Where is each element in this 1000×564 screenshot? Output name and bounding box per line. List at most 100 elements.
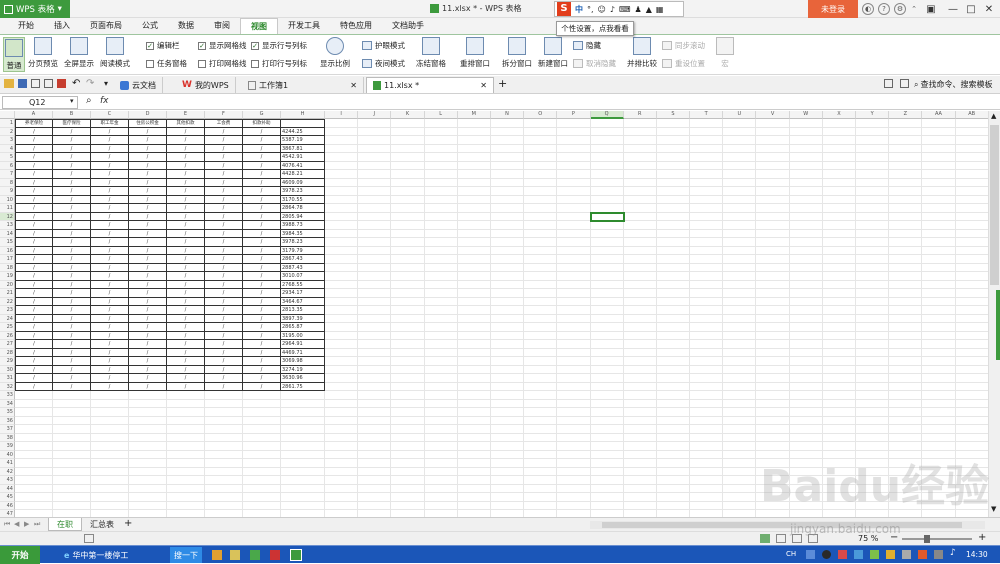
grid-cell[interactable] [623, 204, 657, 213]
grid-cell[interactable] [856, 238, 890, 247]
taskbar-ie-window[interactable]: e 华中第一楼停工 [60, 547, 170, 563]
row-header[interactable]: 15 [0, 238, 15, 247]
grid-cell[interactable]: / [53, 246, 91, 255]
grid-cell[interactable] [91, 459, 129, 468]
grid-cell[interactable] [955, 365, 988, 374]
customize-qat-icon[interactable]: ▾ [104, 79, 108, 88]
grid-cell[interactable]: / [167, 170, 205, 179]
grid-cell[interactable] [91, 467, 129, 476]
grid-cell[interactable] [789, 178, 823, 187]
grid-cell[interactable] [15, 484, 53, 493]
grid-cell[interactable] [889, 408, 923, 417]
grid-cell[interactable] [623, 195, 657, 204]
grid-cell[interactable] [623, 246, 657, 255]
grid-cell[interactable] [325, 246, 359, 255]
grid-cell[interactable] [129, 493, 167, 502]
grid-cell[interactable] [557, 348, 591, 357]
grid-cell[interactable] [490, 297, 525, 306]
grid-cell[interactable]: / [167, 289, 205, 298]
tray-icon[interactable] [934, 550, 943, 559]
grid-cell[interactable] [205, 433, 243, 442]
grid-cell[interactable] [557, 204, 591, 213]
collapse-icon[interactable]: ⌃ [908, 3, 920, 15]
grid-cell[interactable] [789, 212, 823, 221]
grid-cell[interactable] [557, 450, 591, 459]
grid-cell[interactable] [490, 476, 525, 485]
grid-cell[interactable]: / [53, 195, 91, 204]
row-header[interactable]: 1 [0, 119, 15, 128]
grid-cell[interactable]: / [243, 229, 281, 238]
zoom-button[interactable]: 显示比例 [320, 37, 350, 69]
grid-cell[interactable] [325, 433, 359, 442]
grid-cell[interactable] [889, 229, 923, 238]
grid-cell[interactable]: / [243, 382, 281, 391]
grid-cell[interactable] [723, 391, 757, 400]
grid-cell[interactable] [955, 187, 988, 196]
grid-cell[interactable] [656, 374, 691, 383]
grid-cell[interactable] [623, 263, 657, 272]
grid-cell[interactable] [490, 306, 525, 315]
grid-cell[interactable] [756, 178, 790, 187]
grid-cell[interactable] [524, 204, 558, 213]
column-header-z[interactable]: Z [889, 111, 923, 119]
grid-cell[interactable] [391, 127, 425, 136]
grid-cell[interactable] [590, 221, 624, 230]
grid-cell[interactable]: / [243, 246, 281, 255]
grid-cell[interactable] [822, 144, 856, 153]
grid-cell[interactable] [557, 280, 591, 289]
grid-cell[interactable]: / [91, 221, 129, 230]
grid-cell[interactable]: / [53, 212, 91, 221]
window-list-icon[interactable] [884, 79, 893, 88]
grid-cell[interactable] [391, 136, 425, 145]
grid-cell[interactable] [457, 306, 491, 315]
grid-cell[interactable] [856, 323, 890, 332]
grid-cell[interactable] [623, 442, 657, 451]
grid-cell[interactable] [822, 340, 856, 349]
redo-icon[interactable]: ↷ [86, 78, 94, 89]
column-header-u[interactable]: U [723, 111, 757, 119]
grid-cell[interactable] [690, 365, 724, 374]
grid-cell[interactable] [623, 399, 657, 408]
grid-cell[interactable] [789, 229, 823, 238]
grid-cell[interactable]: / [15, 238, 53, 247]
grid-cell[interactable] [358, 510, 392, 517]
grid-cell[interactable] [690, 127, 724, 136]
grid-cell[interactable] [856, 340, 890, 349]
grid-cell[interactable] [524, 238, 558, 247]
column-header-r[interactable]: R [623, 111, 657, 119]
grid-cell[interactable]: / [129, 238, 167, 247]
grid-cell[interactable] [391, 229, 425, 238]
grid-cell[interactable] [590, 450, 624, 459]
grid-cell[interactable]: 4076.41 [281, 161, 325, 170]
grid-cell[interactable] [690, 255, 724, 264]
grid-cell[interactable] [690, 442, 724, 451]
grid-cell[interactable]: / [91, 204, 129, 213]
grid-cell[interactable] [358, 280, 392, 289]
tray-icon[interactable] [886, 550, 895, 559]
grid-cell[interactable] [524, 119, 558, 128]
freeze-panes-button[interactable]: 冻结窗格 [416, 37, 446, 69]
grid-cell[interactable] [856, 408, 890, 417]
grid-cell[interactable]: / [91, 280, 129, 289]
grid-cell[interactable] [490, 484, 525, 493]
grid-cell[interactable] [391, 161, 425, 170]
grid-cell[interactable] [756, 212, 790, 221]
grid-cell[interactable] [391, 357, 425, 366]
grid-cell[interactable]: 3195.00 [281, 331, 325, 340]
grid-cell[interactable] [524, 161, 558, 170]
grid-cell[interactable] [590, 331, 624, 340]
grid-cell[interactable] [457, 119, 491, 128]
grid-cell[interactable] [690, 272, 724, 281]
grid-cell[interactable] [391, 416, 425, 425]
grid-cell[interactable] [325, 510, 359, 517]
grid-cell[interactable] [623, 221, 657, 230]
grid-cell[interactable] [281, 510, 325, 517]
grid-cell[interactable] [856, 187, 890, 196]
grid-cell[interactable] [590, 374, 624, 383]
grid-cell[interactable] [789, 170, 823, 179]
grid-cell[interactable]: / [91, 187, 129, 196]
grid-cell[interactable] [656, 255, 691, 264]
grid-cell[interactable]: 3630.96 [281, 374, 325, 383]
grid-cell[interactable]: / [167, 144, 205, 153]
user-icon[interactable]: ♟ [635, 5, 642, 14]
